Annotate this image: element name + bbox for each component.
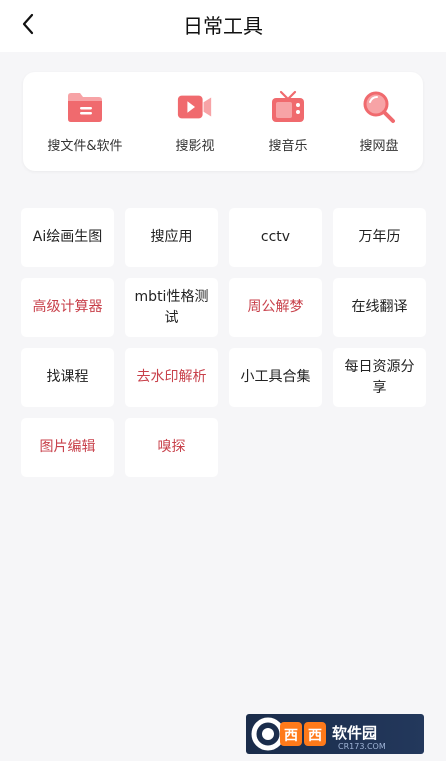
tool-image-editor[interactable]: 图片编辑 bbox=[21, 418, 114, 477]
top-bar: 日常工具 bbox=[0, 0, 446, 52]
search-category-card: 搜文件&软件 搜影视 搜音乐 搜网盘 bbox=[23, 72, 423, 171]
search-item-label: 搜文件&软件 bbox=[47, 139, 123, 154]
svg-text:西: 西 bbox=[308, 728, 322, 744]
folder-icon bbox=[66, 90, 104, 124]
site-watermark-logo: 西 西 软件园 CR173.COM bbox=[246, 714, 424, 754]
tool-watermark-remover[interactable]: 去水印解析 bbox=[125, 348, 218, 407]
tool-advanced-calculator[interactable]: 高级计算器 bbox=[21, 278, 114, 337]
tool-mbti-test[interactable]: mbti性格测试 bbox=[125, 278, 218, 337]
tool-calendar[interactable]: 万年历 bbox=[333, 208, 426, 267]
search-videos-button[interactable]: 搜影视 bbox=[145, 72, 245, 171]
tool-find-courses[interactable]: 找课程 bbox=[21, 348, 114, 407]
page-title: 日常工具 bbox=[183, 14, 263, 38]
video-camera-icon bbox=[176, 90, 214, 124]
tool-cctv[interactable]: cctv bbox=[229, 208, 322, 267]
svg-text:西: 西 bbox=[284, 728, 298, 744]
svg-text:CR173.COM: CR173.COM bbox=[338, 742, 386, 751]
tool-mini-tools-collection[interactable]: 小工具合集 bbox=[229, 348, 322, 407]
tool-daily-resources[interactable]: 每日资源分享 bbox=[333, 348, 426, 407]
radio-tv-icon bbox=[269, 90, 307, 124]
tool-dream-interpretation[interactable]: 周公解梦 bbox=[229, 278, 322, 337]
tool-online-translate[interactable]: 在线翻译 bbox=[333, 278, 426, 337]
search-netdisk-button[interactable]: 搜网盘 bbox=[329, 72, 429, 171]
magnifier-icon bbox=[360, 90, 398, 124]
search-music-button[interactable]: 搜音乐 bbox=[238, 72, 338, 171]
tool-search-apps[interactable]: 搜应用 bbox=[125, 208, 218, 267]
svg-text:软件园: 软件园 bbox=[332, 724, 377, 742]
tool-sniffer[interactable]: 嗅探 bbox=[125, 418, 218, 477]
search-item-label: 搜网盘 bbox=[359, 139, 399, 154]
tool-ai-painting[interactable]: Ai绘画生图 bbox=[21, 208, 114, 267]
search-files-software-button[interactable]: 搜文件&软件 bbox=[35, 72, 135, 171]
